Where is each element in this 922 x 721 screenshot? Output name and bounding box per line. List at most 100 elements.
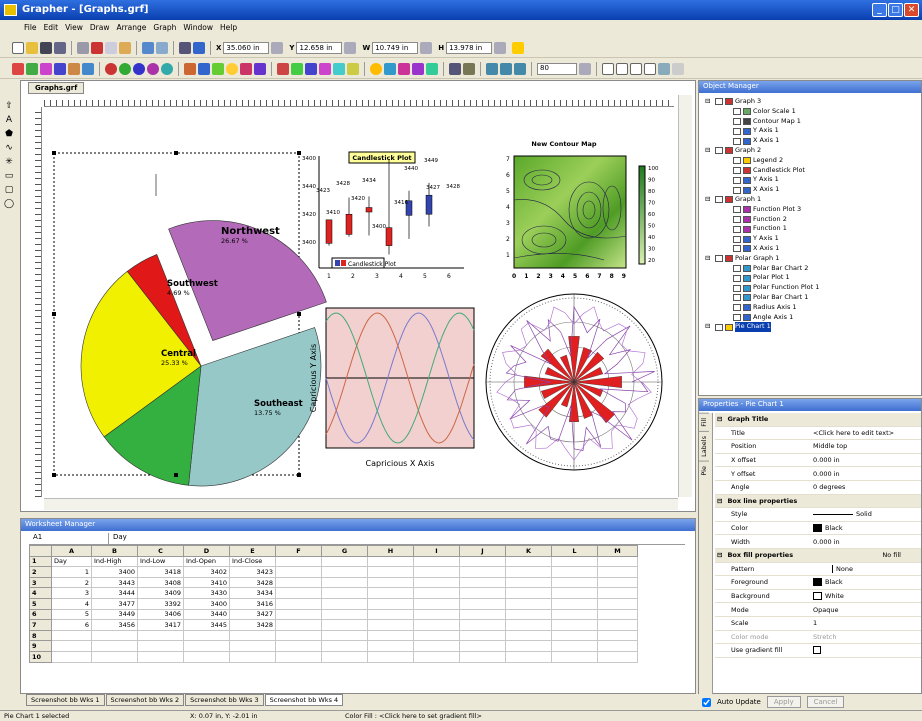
worksheet-cell[interactable]: 3416 (229, 597, 276, 610)
zoom-fit-icon[interactable] (602, 62, 614, 75)
visibility-checkbox-icon[interactable] (715, 323, 723, 331)
worksheet-cell[interactable] (459, 566, 506, 578)
worksheet-cell[interactable] (551, 650, 598, 663)
select-icon[interactable] (179, 41, 191, 54)
worksheet-cell[interactable]: 3417 (137, 619, 184, 631)
rectangle-tool-icon[interactable]: ▭ (3, 170, 15, 182)
pan-icon[interactable] (658, 62, 670, 75)
worksheet-cell[interactable] (459, 608, 506, 621)
visibility-checkbox-icon[interactable] (733, 186, 741, 194)
worksheet-cell[interactable] (367, 555, 414, 568)
worksheet-cell[interactable] (551, 608, 598, 621)
tree-item[interactable]: Polar Plot 1 (705, 273, 921, 283)
worksheet-cell[interactable] (413, 597, 460, 610)
visibility-checkbox-icon[interactable] (733, 157, 741, 165)
property-value[interactable]: Solid (810, 510, 921, 518)
visibility-checkbox-icon[interactable] (733, 245, 741, 253)
worksheet-cell[interactable] (597, 555, 638, 568)
column-header[interactable]: J (459, 545, 506, 557)
property-row[interactable]: Color mode Stretch (715, 631, 921, 645)
worksheet-cell[interactable] (275, 555, 322, 568)
worksheet-grid[interactable]: A B C D E F G H I J K L M 1 Day Ind-High Ind-Low Ind-Open… (29, 545, 638, 663)
property-row[interactable]: Mode Opaque (715, 603, 921, 617)
row-header[interactable]: 4 (29, 587, 52, 599)
worksheet-cell[interactable]: 2 (51, 576, 92, 589)
polar-bar-icon[interactable] (119, 62, 131, 75)
worksheet-cell[interactable] (51, 650, 92, 663)
property-row[interactable]: Scale 1 (715, 617, 921, 631)
worksheet-cell[interactable]: Ind-Low (137, 555, 184, 568)
tree-item[interactable]: ⊟ Graph 3 (705, 97, 921, 107)
redraw-icon[interactable] (672, 62, 684, 75)
tree-item[interactable]: Y Axis 1 (705, 126, 921, 136)
property-value[interactable]: Black (810, 578, 921, 587)
menu-edit[interactable]: Edit (44, 23, 59, 36)
grid-icon[interactable] (449, 62, 461, 75)
worksheet-cell[interactable]: Ind-Close (229, 555, 276, 568)
cell-value-field[interactable]: Day (109, 533, 685, 544)
visibility-checkbox-icon[interactable] (715, 147, 723, 155)
tree-item[interactable]: ⊟ Graph 1 (705, 195, 921, 205)
contour-map[interactable]: New Contour Map 7 6 5 4 3 2 1 0 1 2 3 4 5 6 7 8 9 100 90 80… (506, 140, 659, 280)
worksheet-cell[interactable] (321, 608, 368, 621)
worksheet-cell[interactable] (321, 650, 368, 663)
worksheet-cell[interactable] (367, 650, 414, 663)
worksheet-cell[interactable]: 3418 (137, 566, 184, 578)
line-plot-icon[interactable] (12, 62, 24, 75)
expand-icon[interactable]: ⊟ (705, 195, 713, 205)
expand-icon[interactable]: ⊟ (705, 146, 713, 156)
worksheet-cell[interactable] (321, 566, 368, 578)
worksheet-cell[interactable] (413, 650, 460, 663)
add-fit-icon[interactable] (333, 62, 345, 75)
cut-icon[interactable] (91, 41, 103, 54)
worksheet-cell[interactable]: Ind-Open (183, 555, 230, 568)
visibility-checkbox-icon[interactable] (733, 166, 741, 174)
property-value[interactable]: 0.000 in (810, 538, 921, 546)
visibility-checkbox-icon[interactable] (733, 274, 741, 282)
worksheet-cell[interactable]: 3444 (91, 587, 138, 599)
digitize-icon[interactable] (370, 62, 382, 75)
property-row[interactable]: Pattern None (715, 563, 921, 577)
property-row[interactable]: Background White (715, 590, 921, 604)
ellipse-tool-icon[interactable]: ◯ (3, 198, 15, 210)
plot-canvas[interactable]: Northwest26.67 %Northeast32.92 %Southeas… (44, 108, 676, 497)
tree-item[interactable]: Legend 2 (705, 156, 921, 166)
column-header[interactable]: C (137, 545, 184, 557)
worksheet-cell[interactable] (551, 555, 598, 568)
close-button[interactable]: ✕ (904, 3, 919, 17)
property-section[interactable]: ⊟ Box fill properties No fill (715, 548, 921, 563)
worksheet-cell[interactable]: 3456 (91, 619, 138, 631)
property-value[interactable]: <Click here to edit text> (810, 429, 921, 437)
worksheet-cell[interactable] (459, 587, 506, 599)
rose-diagram-icon[interactable] (133, 62, 145, 75)
worksheet-cell[interactable]: 5 (51, 608, 92, 621)
redo-icon[interactable] (156, 41, 168, 54)
worksheet-cell[interactable]: 3434 (229, 587, 276, 599)
worksheet-cell[interactable]: 3440 (183, 608, 230, 621)
worksheet-cell[interactable] (183, 629, 230, 642)
tree-item[interactable]: Angle Axis 1 (705, 313, 921, 323)
worksheet-cell[interactable] (551, 640, 598, 652)
worksheet-cell[interactable] (551, 576, 598, 589)
tree-item[interactable]: Y Axis 1 (705, 175, 921, 185)
worksheet-cell[interactable] (183, 650, 230, 663)
visibility-checkbox-icon[interactable] (733, 284, 741, 292)
column-header[interactable]: L (551, 545, 598, 557)
print-icon[interactable] (77, 41, 89, 54)
worksheet-cell[interactable]: 3410 (183, 576, 230, 589)
height-field[interactable]: 13.978 in (446, 41, 493, 54)
snap-icon[interactable] (463, 62, 475, 75)
property-value[interactable]: Opaque (810, 606, 921, 614)
visibility-checkbox-icon[interactable] (733, 225, 741, 233)
worksheet-cell[interactable] (367, 619, 414, 631)
tree-item[interactable]: Polar Bar Chart 2 (705, 264, 921, 274)
x-coordinate-field[interactable]: 35.060 in (223, 41, 270, 54)
worksheet-cell[interactable] (367, 608, 414, 621)
tree-item[interactable]: Candlestick Plot (705, 166, 921, 176)
row-header[interactable]: 3 (29, 576, 52, 589)
worksheet-cell[interactable] (597, 576, 638, 589)
zoom-select-icon[interactable] (644, 62, 656, 75)
sheet-tab[interactable]: Screenshot bb Wks 2 (105, 694, 185, 706)
row-header[interactable]: 10 (29, 650, 52, 663)
visibility-checkbox-icon[interactable] (733, 304, 741, 312)
